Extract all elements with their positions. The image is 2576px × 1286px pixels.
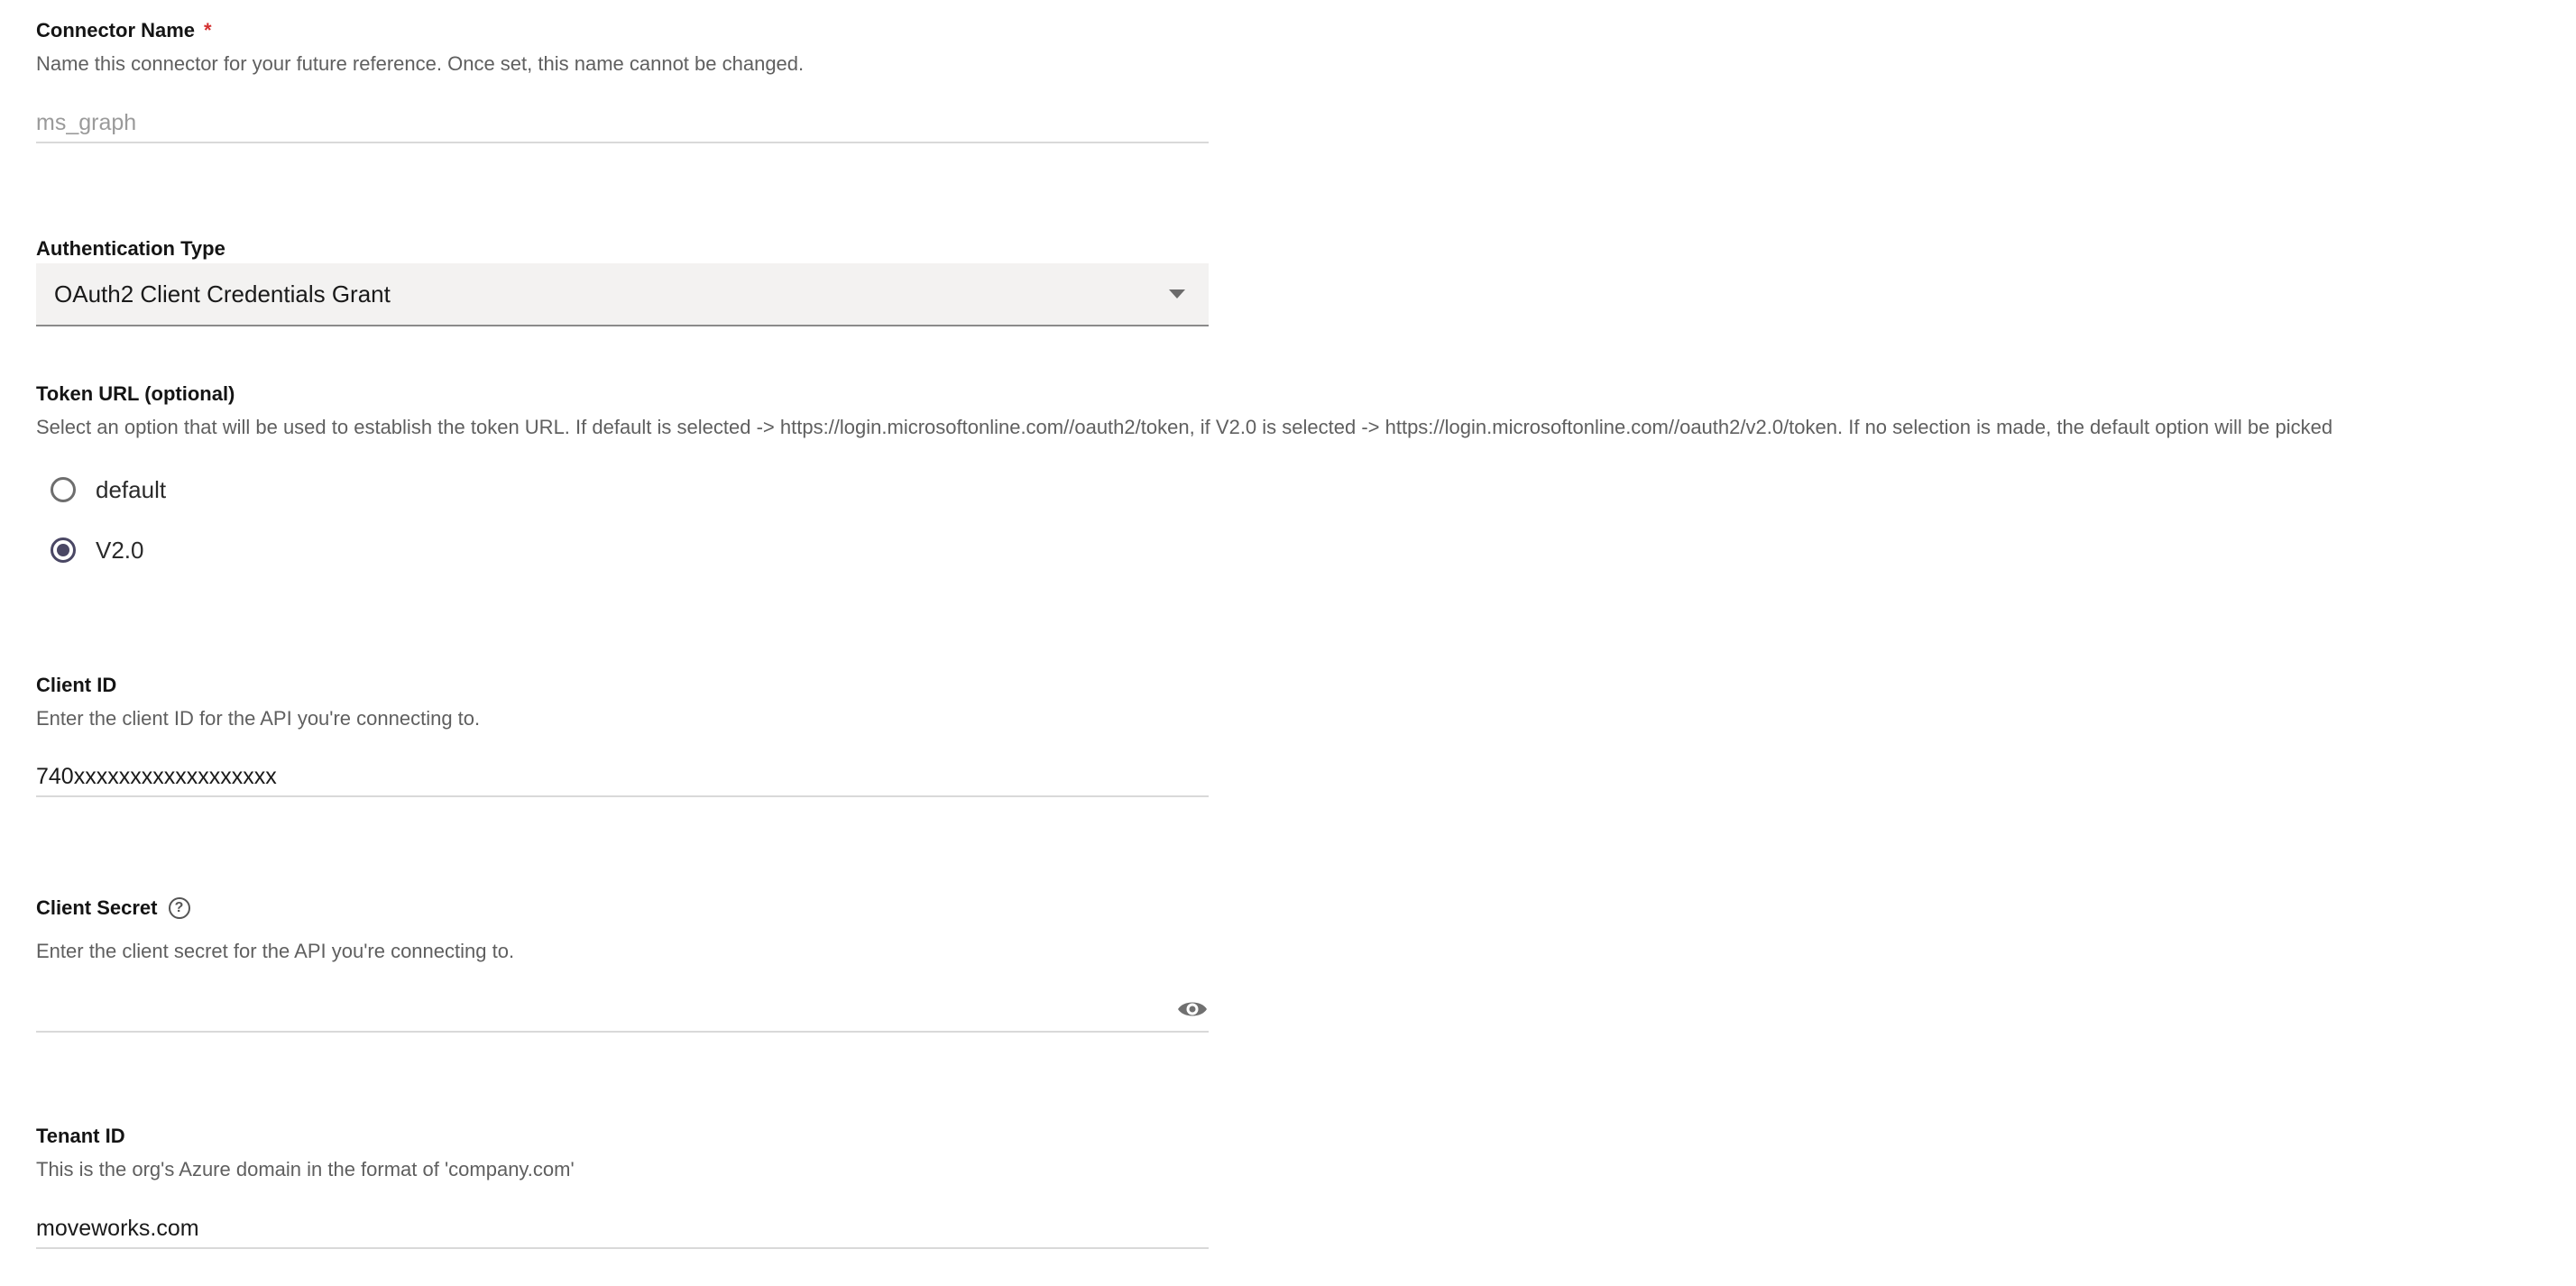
radio-v2-label: V2.0 <box>96 536 144 564</box>
connector-name-help: Name this connector for your future refe… <box>36 52 805 75</box>
radio-default-label: default <box>96 475 167 503</box>
required-mark: * <box>204 19 212 41</box>
connector-form: Connector Name * Name this connector for… <box>0 0 2576 1286</box>
client-id-label: Client ID <box>36 674 117 696</box>
client-secret-label: Client Secret <box>36 896 158 919</box>
connector-name-input[interactable]: ms_graph <box>36 104 1209 143</box>
tenant-id-help: This is the org's Azure domain in the fo… <box>36 1158 575 1180</box>
client-id-section: Client ID Enter the client ID for the AP… <box>36 672 480 732</box>
auth-type-label: Authentication Type <box>36 237 225 260</box>
chevron-down-icon <box>1169 289 1185 299</box>
radio-default[interactable] <box>51 477 76 502</box>
auth-type-select[interactable]: OAuth2 Client Credentials Grant <box>36 263 1209 326</box>
auth-type-selected-value: OAuth2 Client Credentials Grant <box>54 280 391 308</box>
tenant-id-value: moveworks.com <box>36 1215 199 1241</box>
tenant-id-label: Tenant ID <box>36 1125 125 1147</box>
connector-name-section: Connector Name * Name this connector for… <box>36 17 804 78</box>
token-url-section: Token URL (optional) Select an option th… <box>36 381 2332 441</box>
client-secret-help: Enter the client secret for the API you'… <box>36 940 515 962</box>
radio-v2[interactable] <box>51 537 76 563</box>
radio-option-default[interactable]: default <box>51 473 166 506</box>
client-id-value: 740xxxxxxxxxxxxxxxxxx <box>36 763 277 789</box>
connector-name-label: Connector Name <box>36 19 196 41</box>
client-id-help: Enter the client ID for the API you're c… <box>36 707 481 730</box>
client-secret-section: Client Secret ? Enter the client secret … <box>36 895 514 965</box>
client-secret-input[interactable] <box>36 993 1209 1033</box>
eye-icon[interactable] <box>1176 998 1209 1024</box>
tenant-id-input[interactable]: moveworks.com <box>36 1209 1209 1249</box>
tenant-id-section: Tenant ID This is the org's Azure domain… <box>36 1123 575 1183</box>
token-url-label: Token URL (optional) <box>36 382 235 405</box>
connector-name-placeholder: ms_graph <box>36 109 137 135</box>
token-url-help: Select an option that will be used to es… <box>36 416 2333 438</box>
question-icon[interactable]: ? <box>168 897 190 919</box>
client-id-input[interactable]: 740xxxxxxxxxxxxxxxxxx <box>36 758 1209 797</box>
radio-selected-dot <box>57 544 69 556</box>
radio-option-v2[interactable]: V2.0 <box>51 534 144 566</box>
auth-type-section: Authentication Type <box>36 235 225 262</box>
